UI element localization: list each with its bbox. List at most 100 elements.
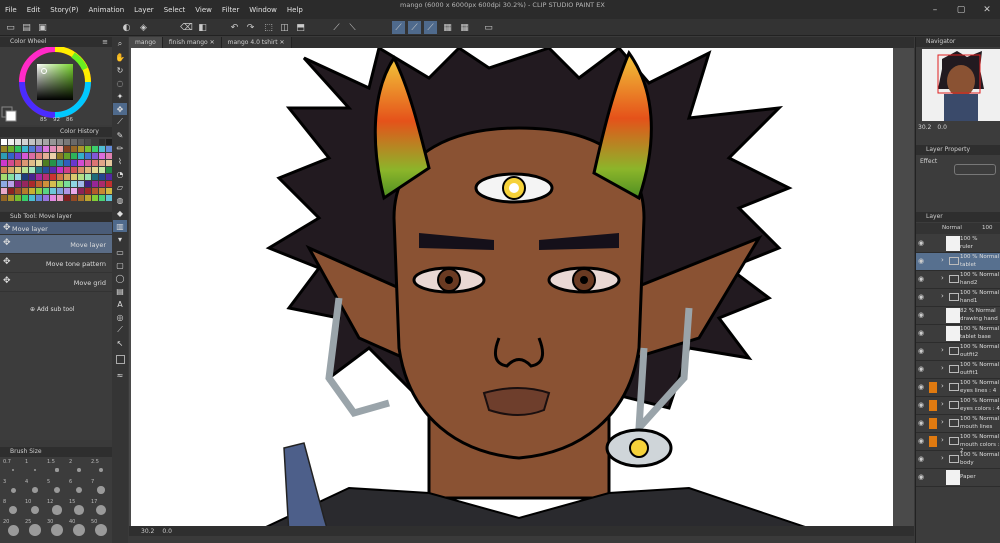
- brush-size-option[interactable]: 20: [3, 519, 23, 537]
- eye-icon[interactable]: ◉: [918, 383, 927, 392]
- snap-icon[interactable]: ⟋: [330, 21, 343, 34]
- color-swatch[interactable]: [92, 139, 98, 145]
- color-swatch-icon[interactable]: [113, 350, 127, 368]
- color-swatch[interactable]: [64, 188, 70, 194]
- color-swatch[interactable]: [85, 181, 91, 187]
- expand-icon[interactable]: ›: [941, 364, 944, 372]
- blend-mode-select[interactable]: Normal: [942, 225, 962, 231]
- color-swatch[interactable]: [15, 188, 21, 194]
- color-swatch[interactable]: [29, 139, 35, 145]
- color-swatch[interactable]: [71, 167, 77, 173]
- color-swatch[interactable]: [92, 174, 98, 180]
- balloon-icon[interactable]: ◎: [113, 311, 127, 323]
- color-swatch[interactable]: [36, 139, 42, 145]
- color-swatch[interactable]: [1, 146, 7, 152]
- menu-edit[interactable]: Edit: [22, 6, 46, 14]
- navigator-zoom[interactable]: 30.2: [918, 124, 931, 131]
- color-swatch[interactable]: [8, 146, 14, 152]
- color-swatch[interactable]: [8, 139, 14, 145]
- layer-color-tag[interactable]: [929, 418, 937, 429]
- color-swatch[interactable]: [50, 181, 56, 187]
- brush-size-option[interactable]: 1.5: [47, 459, 67, 477]
- color-swatch[interactable]: [71, 174, 77, 180]
- color-swatch[interactable]: [92, 146, 98, 152]
- transparent-icon[interactable]: ≈: [113, 369, 127, 381]
- color-wheel-svg[interactable]: [0, 46, 112, 125]
- color-swatch[interactable]: [57, 181, 63, 187]
- layer-row[interactable]: ◉ 100 % Normal tablet base: [916, 325, 1000, 343]
- eye-icon[interactable]: ◉: [918, 239, 927, 248]
- layer-row[interactable]: ◉ › 100 % Normal hand2: [916, 271, 1000, 289]
- fill-tool-icon[interactable]: ◆: [113, 207, 127, 219]
- color-swatch[interactable]: [36, 146, 42, 152]
- color-swatch[interactable]: [29, 160, 35, 166]
- color-swatch[interactable]: [8, 160, 14, 166]
- layer-color-tag[interactable]: [929, 364, 937, 375]
- color-swatch[interactable]: [92, 181, 98, 187]
- expand-icon[interactable]: ›: [941, 346, 944, 354]
- layer-color-tag[interactable]: [929, 238, 937, 249]
- color-swatch[interactable]: [78, 160, 84, 166]
- color-swatch[interactable]: [99, 174, 105, 180]
- color-swatch[interactable]: [99, 195, 105, 201]
- color-swatch[interactable]: [71, 188, 77, 194]
- color-swatch[interactable]: [36, 174, 42, 180]
- color-swatch[interactable]: [1, 167, 7, 173]
- color-swatch[interactable]: [1, 174, 7, 180]
- color-swatch[interactable]: [64, 181, 70, 187]
- color-swatch[interactable]: [78, 139, 84, 145]
- layer-color-tag[interactable]: [929, 256, 937, 267]
- color-swatch[interactable]: [57, 146, 63, 152]
- effect-buttons[interactable]: [954, 164, 996, 175]
- layer-color-tag[interactable]: [929, 292, 937, 303]
- color-swatch[interactable]: [50, 167, 56, 173]
- layer-color-tag[interactable]: [929, 328, 937, 339]
- color-swatch[interactable]: [1, 139, 7, 145]
- brush-size-option[interactable]: 10: [25, 499, 45, 517]
- color-swatch[interactable]: [57, 167, 63, 173]
- new-file-icon[interactable]: ▭: [4, 21, 17, 34]
- brush-size-option[interactable]: 2: [69, 459, 89, 477]
- snap-perspective-icon[interactable]: ⟋: [424, 21, 437, 34]
- eye-icon[interactable]: ◉: [918, 473, 927, 482]
- color-swatch[interactable]: [64, 146, 70, 152]
- color-swatch[interactable]: [99, 139, 105, 145]
- brush-size-option[interactable]: 0.7: [3, 459, 23, 477]
- color-swatch[interactable]: [92, 195, 98, 201]
- eye-icon[interactable]: ◉: [918, 419, 927, 428]
- save-icon[interactable]: ▣: [36, 21, 49, 34]
- eye-icon[interactable]: ◉: [918, 275, 927, 284]
- ruler-icon[interactable]: ▦: [441, 21, 454, 34]
- eraser-icon[interactable]: ▱: [113, 181, 127, 193]
- rotate-icon[interactable]: ↻: [113, 64, 127, 76]
- color-swatch[interactable]: [57, 188, 63, 194]
- move-tool-icon[interactable]: ✥: [113, 103, 127, 115]
- color-swatch[interactable]: [85, 167, 91, 173]
- layer-color-tag[interactable]: [929, 310, 937, 321]
- color-swatch[interactable]: [29, 188, 35, 194]
- brush-size-option[interactable]: 12: [47, 499, 67, 517]
- brush-size-option[interactable]: 6: [69, 479, 89, 497]
- color-swatch[interactable]: [43, 188, 49, 194]
- menu-help[interactable]: Help: [282, 6, 308, 14]
- minimize-icon[interactable]: –: [922, 0, 948, 19]
- airbrush-icon[interactable]: ◔: [113, 168, 127, 180]
- eye-icon[interactable]: ◉: [918, 401, 927, 410]
- layer-row[interactable]: ◉ › 100 % Normal hand1: [916, 289, 1000, 307]
- shape-icon[interactable]: ▤: [113, 285, 127, 297]
- color-swatch[interactable]: [15, 146, 21, 152]
- brush-size-option[interactable]: 40: [69, 519, 89, 537]
- tab-mango-tshirt[interactable]: mango 4.0 tshirt ✕: [221, 37, 292, 48]
- color-swatch[interactable]: [1, 181, 7, 187]
- color-swatch[interactable]: [99, 153, 105, 159]
- color-swatch[interactable]: [22, 167, 28, 173]
- eye-icon[interactable]: ◉: [918, 347, 927, 356]
- brush-size-option[interactable]: 50: [91, 519, 111, 537]
- color-swatch[interactable]: [85, 146, 91, 152]
- eye-icon[interactable]: ◉: [918, 311, 927, 320]
- panel-menu-icon[interactable]: ≡: [102, 37, 108, 47]
- color-swatch[interactable]: [8, 174, 14, 180]
- color-swatch[interactable]: [15, 195, 21, 201]
- maximize-icon[interactable]: ▢: [948, 0, 974, 19]
- eye-icon[interactable]: ◉: [918, 455, 927, 464]
